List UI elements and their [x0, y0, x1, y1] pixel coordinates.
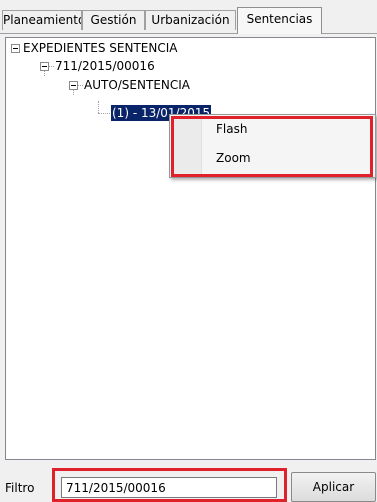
menu-item-flash[interactable]: Flash [172, 116, 373, 142]
collapse-icon[interactable] [11, 44, 20, 53]
tree-connector [98, 101, 99, 113]
collapse-icon[interactable] [40, 62, 49, 71]
tree-node-root[interactable]: EXPEDIENTES SENTENCIA [23, 40, 178, 56]
tab-strip: Planeamiento Gestión Urbanización Senten… [0, 0, 377, 34]
tree-connector [98, 113, 110, 114]
tree-connector [49, 66, 54, 67]
menu-item-zoom[interactable]: Zoom [172, 145, 373, 171]
tab-urbanizacion[interactable]: Urbanización [145, 10, 236, 30]
collapse-icon[interactable] [69, 81, 78, 90]
tree-node-auto-sentencia[interactable]: AUTO/SENTENCIA [84, 77, 190, 93]
filter-input[interactable] [61, 477, 277, 498]
context-menu: Flash Zoom [169, 114, 376, 178]
filter-label: Filtro [5, 481, 35, 495]
tree-node-expediente[interactable]: 711/2015/00016 [55, 58, 155, 74]
tab-gestion[interactable]: Gestión [82, 10, 145, 30]
tree-panel[interactable]: EXPEDIENTES SENTENCIA 711/2015/00016 AUT… [5, 37, 376, 460]
sentencias-window: Planeamiento Gestión Urbanización Senten… [0, 0, 377, 502]
tab-sentencias[interactable]: Sentencias [237, 7, 322, 34]
tree-connector [78, 85, 83, 86]
apply-button[interactable]: Aplicar [291, 472, 376, 502]
tab-planeamiento[interactable]: Planeamiento [2, 10, 82, 30]
